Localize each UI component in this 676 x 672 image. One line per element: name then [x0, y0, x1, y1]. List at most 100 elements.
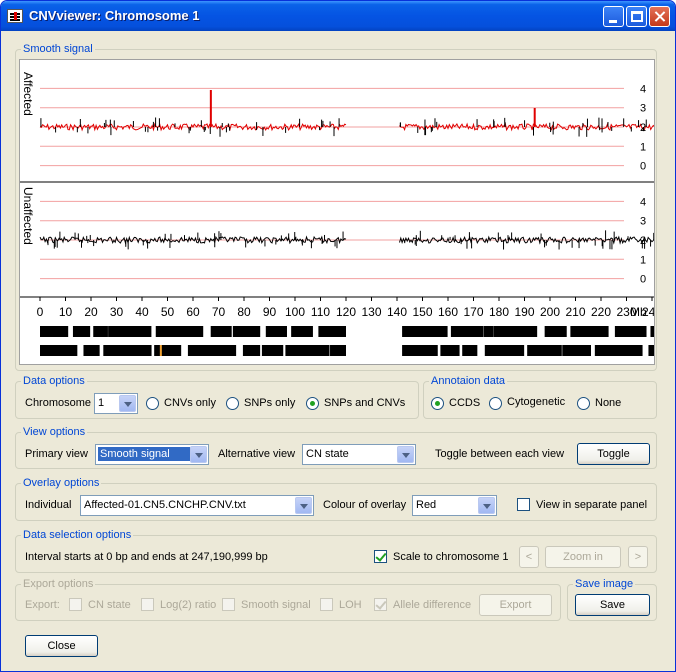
- radio-none[interactable]: [577, 397, 590, 410]
- annotation-block: [40, 345, 78, 356]
- close-button[interactable]: Close: [25, 635, 98, 657]
- y-tick-label: 0: [640, 274, 646, 286]
- close-icon: [650, 7, 669, 26]
- radio-cnvs-only-label[interactable]: CNVs only: [164, 397, 216, 409]
- annotation-block: [265, 326, 287, 337]
- title-bar[interactable]: CNVviewer: Chromosome 1: [1, 1, 675, 31]
- annotation-block: [291, 326, 313, 337]
- export-allele-difference-checkbox[interactable]: [374, 598, 387, 611]
- next-button[interactable]: >: [628, 546, 648, 568]
- y-tick-label: 4: [640, 196, 646, 208]
- chevron-down-icon[interactable]: [190, 446, 207, 463]
- radio-snps-and-cnvs[interactable]: [306, 397, 319, 410]
- x-tick-label: 210: [565, 305, 585, 319]
- colour-of-overlay-select[interactable]: Red: [412, 495, 497, 516]
- individual-value: Affected-01.CN5.CNCHP.CNV.txt: [84, 499, 246, 511]
- annotation-block: [650, 326, 665, 337]
- export-loh-label[interactable]: LOH: [339, 599, 362, 611]
- radio-snps-and-cnvs-label[interactable]: SNPs and CNVs: [324, 397, 405, 409]
- annotation-tracks: [40, 326, 665, 356]
- y-ticks-affected: 4 3 2 1 0: [640, 83, 646, 172]
- separate-panel-label[interactable]: View in separate panel: [536, 499, 647, 511]
- save-button[interactable]: Save: [575, 594, 650, 616]
- previous-button[interactable]: <: [519, 546, 539, 568]
- scale-to-chromosome-label[interactable]: Scale to chromosome 1: [393, 551, 509, 563]
- chromosome-value: 1: [98, 397, 105, 409]
- export-cn-state-checkbox[interactable]: [69, 598, 82, 611]
- window-title: CNVviewer: Chromosome 1: [29, 8, 200, 23]
- individual-label: Individual: [25, 499, 72, 511]
- chevron-down-icon[interactable]: [478, 497, 495, 514]
- x-axis-ticks: 0 10 20 30 40 50 60 70 80 90 100 110 120 130 140 150 160…: [37, 297, 662, 319]
- app-icon: [7, 9, 23, 23]
- data-selection-legend: Data selection options: [23, 529, 132, 541]
- close-window-button[interactable]: [649, 6, 670, 27]
- x-tick-label: 60: [186, 305, 200, 319]
- x-tick-label: 110: [311, 305, 330, 319]
- export-button[interactable]: Export: [479, 594, 552, 616]
- annotation-block: [402, 345, 438, 356]
- x-axis-unit: Mb: [630, 305, 647, 319]
- export-smooth-signal-label[interactable]: Smooth signal: [241, 599, 311, 611]
- chevron-down-icon[interactable]: [119, 395, 136, 412]
- annotation-block: [440, 345, 460, 356]
- alternative-view-value: CN state: [306, 448, 349, 460]
- annotation-block: [103, 345, 152, 356]
- radio-snps-only[interactable]: [226, 397, 239, 410]
- x-tick-label: 190: [514, 305, 534, 319]
- export-options-legend: Export options: [23, 578, 94, 590]
- view-options-legend: View options: [23, 426, 86, 438]
- chevron-down-icon[interactable]: [295, 497, 312, 514]
- export-log2-ratio-label[interactable]: Log(2) ratio: [160, 599, 216, 611]
- x-tick-label: 70: [212, 305, 226, 319]
- export-log2-ratio-checkbox[interactable]: [141, 598, 154, 611]
- grid-layer: [40, 87, 624, 280]
- export-loh-checkbox[interactable]: [320, 598, 333, 611]
- radio-snps-only-label[interactable]: SNPs only: [244, 397, 295, 409]
- x-tick-label: 20: [84, 305, 98, 319]
- radio-ccds[interactable]: [431, 397, 444, 410]
- annotation-block: [462, 345, 478, 356]
- export-cn-state-label[interactable]: CN state: [88, 599, 131, 611]
- individual-select[interactable]: Affected-01.CN5.CNCHP.CNV.txt: [80, 495, 314, 516]
- separate-panel-checkbox[interactable]: [517, 498, 530, 511]
- zoom-in-button[interactable]: Zoom in: [545, 546, 621, 568]
- chromosome-select[interactable]: 1: [94, 393, 138, 414]
- x-tick-label: 160: [438, 305, 458, 319]
- maximize-button[interactable]: [626, 6, 647, 27]
- colour-of-overlay-value: Red: [416, 499, 437, 511]
- scale-to-chromosome-checkbox[interactable]: [374, 550, 387, 563]
- panel-label-affected: Affected: [21, 72, 35, 116]
- radio-ccds-label[interactable]: CCDS: [449, 397, 480, 409]
- maximize-icon: [631, 11, 643, 22]
- y-tick-label: 1: [640, 254, 646, 266]
- radio-none-label[interactable]: None: [595, 397, 621, 409]
- trace-layer: [39, 90, 666, 250]
- chromosome-label: Chromosome: [25, 397, 92, 409]
- annotation-block: [242, 345, 261, 356]
- annotation-block: [154, 345, 182, 356]
- x-tick-label: 50: [161, 305, 175, 319]
- annotation-block: [83, 345, 100, 356]
- chevron-down-icon[interactable]: [397, 446, 414, 463]
- export-label: Export:: [25, 599, 60, 611]
- annotation-block: [594, 345, 643, 356]
- export-allele-difference-label[interactable]: Allele difference: [393, 599, 471, 611]
- radio-cytogenetic-label[interactable]: Cytogenetic: [507, 396, 565, 408]
- minimize-button[interactable]: [603, 6, 624, 27]
- signal-plot[interactable]: Affected Unaffected 43210 43210 0 10 20 30 4…: [19, 59, 666, 365]
- signal-plot-svg: Affected Unaffected 43210 43210 0 10 20 30 4…: [20, 72, 666, 356]
- radio-cnvs-only[interactable]: [146, 397, 159, 410]
- primary-view-select[interactable]: Smooth signal: [95, 444, 209, 465]
- y-tick-label: 4: [640, 83, 646, 95]
- annotation-block: [108, 326, 152, 337]
- primary-view-value: Smooth signal: [98, 447, 190, 461]
- x-tick-label: 80: [237, 305, 251, 319]
- x-tick-label: 200: [540, 305, 560, 319]
- alternative-view-select[interactable]: CN state: [302, 444, 416, 465]
- x-tick-label: 0: [37, 305, 44, 319]
- toggle-button[interactable]: Toggle: [577, 443, 650, 465]
- y-tick-label: 2: [640, 122, 646, 134]
- radio-cytogenetic[interactable]: [489, 397, 502, 410]
- export-smooth-signal-checkbox[interactable]: [222, 598, 235, 611]
